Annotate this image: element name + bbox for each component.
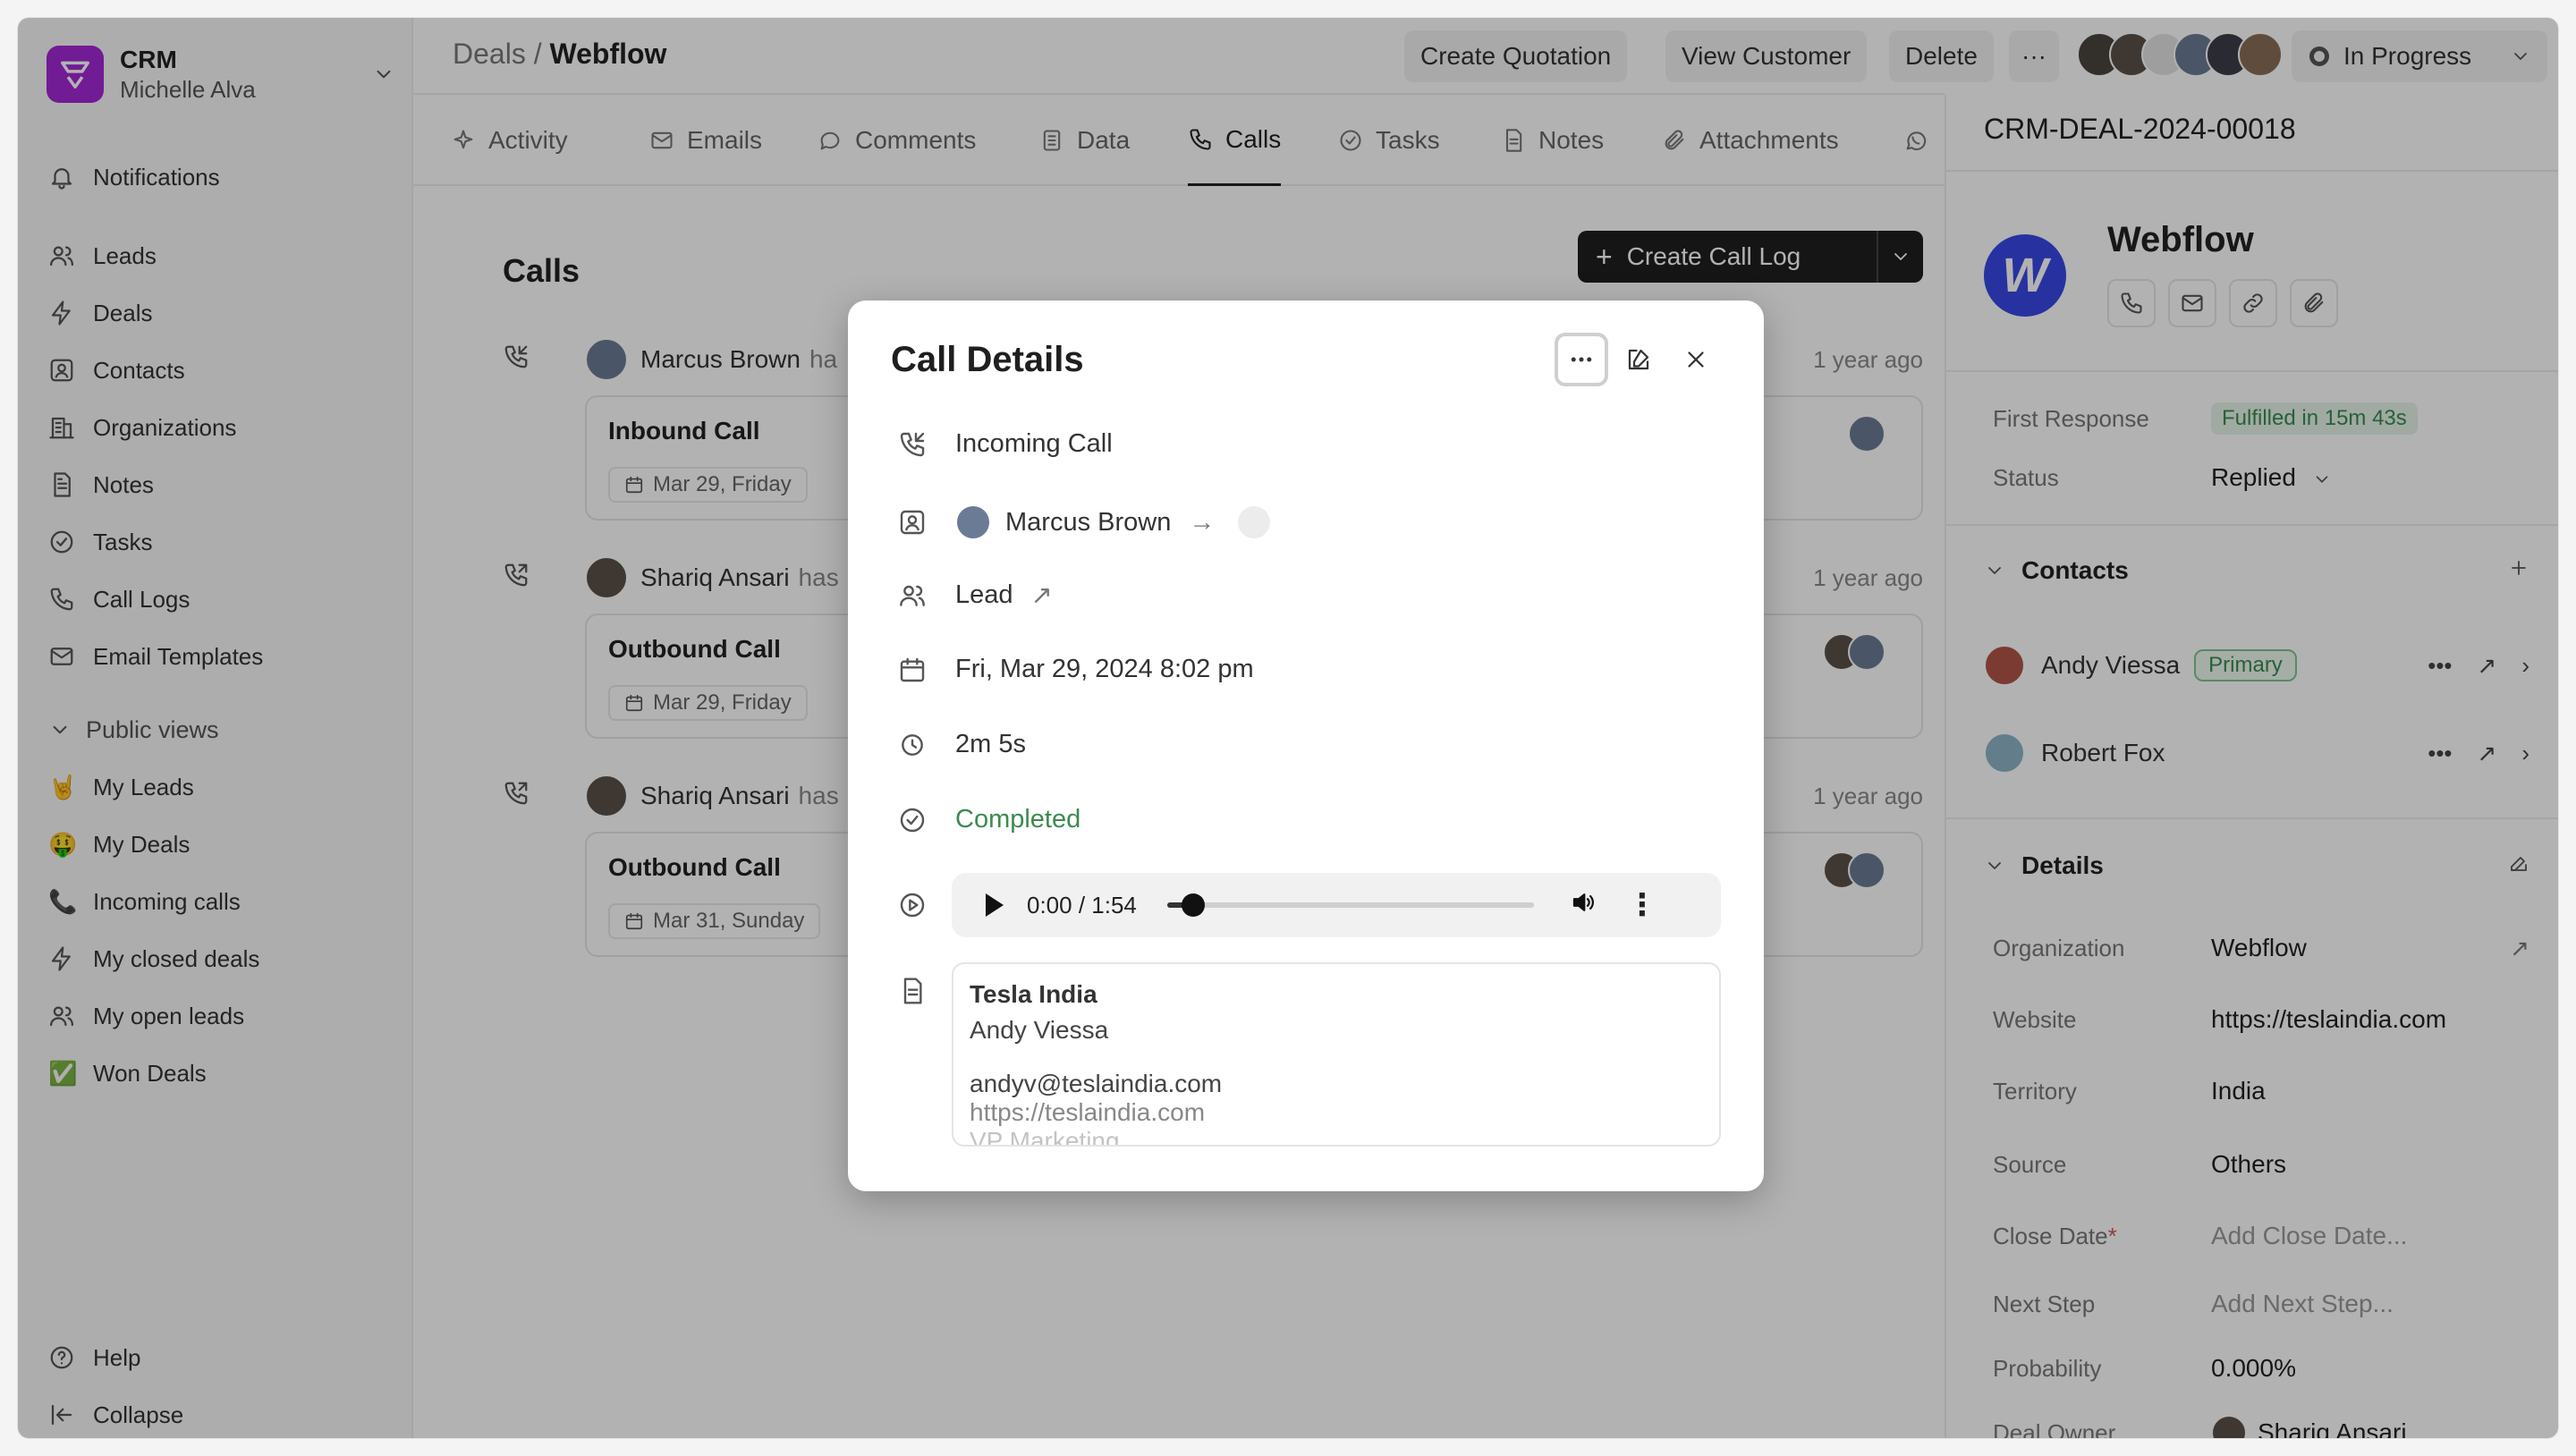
audio-player: 0:00 / 1:54 ⋮: [952, 873, 1721, 937]
clock-icon: [902, 733, 923, 756]
note-line: Andy Viessa: [970, 1016, 1109, 1044]
calendar-icon: [900, 657, 925, 681]
modal-close-button[interactable]: [1669, 333, 1723, 386]
note-line: andyv@teslaindia.com: [970, 1070, 1223, 1097]
call-datetime: Fri, Mar 29, 2024 8:02 pm: [955, 655, 1254, 683]
call-note[interactable]: Tesla India Andy Viessa andyv@teslaindia…: [952, 962, 1721, 1147]
arrow-right-icon: →: [1189, 507, 1216, 537]
call-duration: 2m 5s: [955, 730, 1026, 758]
note-line: https://teslaindia.com: [970, 1098, 1206, 1126]
duration-row: 2m 5s: [898, 730, 1721, 759]
note-icon: [903, 978, 922, 1004]
reference-row: Lead ↗: [898, 580, 1721, 611]
avatar: [1236, 504, 1273, 540]
play-button[interactable]: [986, 893, 1004, 917]
call-status: Completed: [955, 805, 1081, 834]
caller-row: Marcus Brown →: [898, 504, 1721, 540]
edit-icon: [1628, 349, 1649, 370]
incoming-call-icon: [900, 432, 925, 456]
audio-time: 0:00 / 1:54: [1027, 891, 1137, 918]
note-line: VP Marketing: [970, 1127, 1120, 1147]
open-external-icon[interactable]: ↗: [1031, 580, 1053, 611]
contact-icon: [900, 510, 925, 535]
volume-icon: [1572, 893, 1594, 911]
play-circle-icon: [900, 893, 925, 918]
check-circle-icon: [900, 808, 925, 832]
call-type-row: Incoming Call: [898, 429, 1721, 459]
note-line: [970, 1048, 1703, 1070]
users-icon: [900, 585, 925, 606]
datetime-row: Fri, Mar 29, 2024 8:02 pm: [898, 655, 1721, 684]
caller-link[interactable]: Marcus Brown: [1005, 508, 1171, 538]
modal-more-button[interactable]: [1555, 333, 1608, 386]
audio-more-button[interactable]: ⋮: [1627, 890, 1657, 920]
volume-button[interactable]: [1570, 889, 1597, 922]
modal-title: Call Details: [891, 340, 1084, 379]
more-horizontal-icon: [1571, 357, 1592, 362]
note-title: Tesla India: [970, 980, 1097, 1008]
app-window: CRM Michelle Alva Notifications Leads De…: [18, 18, 2558, 1438]
seek-handle[interactable]: [1181, 893, 1205, 917]
call-details-modal: Call Details Incoming Call Marcus Brown …: [848, 301, 1764, 1191]
avatar: [955, 504, 991, 540]
status-row: Completed: [898, 805, 1721, 834]
close-icon: [1688, 351, 1704, 368]
modal-edit-button[interactable]: [1612, 333, 1665, 386]
call-type-value: Incoming Call: [955, 429, 1113, 458]
reference-link[interactable]: Lead: [955, 580, 1013, 610]
audio-seek-bar[interactable]: [1166, 893, 1534, 917]
